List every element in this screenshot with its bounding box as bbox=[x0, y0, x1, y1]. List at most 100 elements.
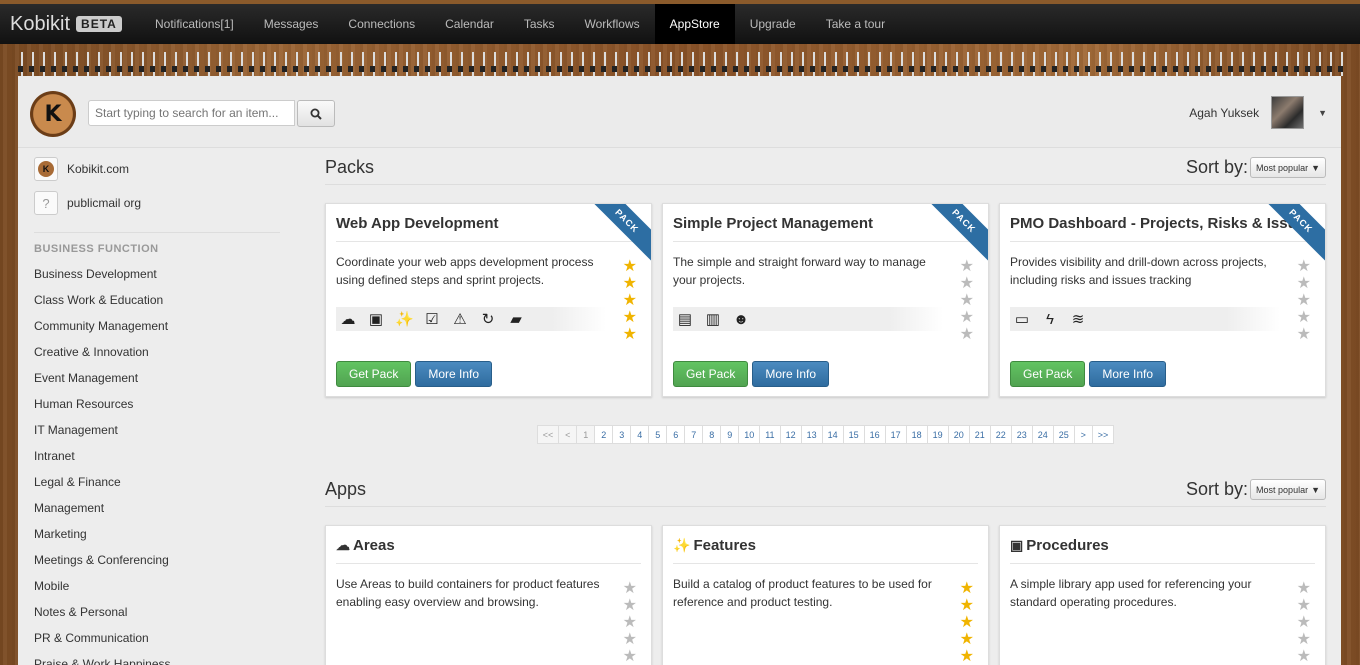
star-icon[interactable]: ★ bbox=[960, 648, 974, 665]
star-icon[interactable]: ★ bbox=[960, 631, 974, 648]
nav-item-take-a-tour[interactable]: Take a tour bbox=[811, 4, 900, 44]
star-icon[interactable]: ★ bbox=[960, 275, 974, 292]
category-link[interactable]: Human Resources bbox=[34, 391, 284, 417]
cloud-icon[interactable]: ☁ bbox=[339, 310, 357, 328]
star-icon[interactable]: ★ bbox=[960, 309, 974, 326]
page-link[interactable]: 2 bbox=[595, 425, 614, 444]
page-link[interactable]: 4 bbox=[631, 425, 650, 444]
star-icon[interactable]: ★ bbox=[1297, 597, 1311, 614]
rating-stars[interactable]: ★ ★ ★ ★ ★ bbox=[623, 258, 637, 343]
page-link[interactable]: 24 bbox=[1032, 425, 1054, 444]
category-link[interactable]: Notes & Personal bbox=[34, 599, 284, 625]
page-link[interactable]: 6 bbox=[667, 425, 686, 444]
page-link[interactable]: 13 bbox=[801, 425, 823, 444]
card-title[interactable]: ✨ Features bbox=[673, 526, 978, 564]
star-icon[interactable]: ★ bbox=[1297, 614, 1311, 631]
star-icon[interactable]: ★ bbox=[960, 580, 974, 597]
category-link[interactable]: Intranet bbox=[34, 443, 284, 469]
star-icon[interactable]: ★ bbox=[623, 631, 637, 648]
kobikit-logo[interactable]: K bbox=[30, 91, 76, 137]
page-link[interactable]: 10 bbox=[739, 425, 761, 444]
magic-wand-icon[interactable]: ✨ bbox=[395, 310, 414, 328]
more-info-button[interactable]: More Info bbox=[752, 361, 830, 387]
star-icon[interactable]: ★ bbox=[623, 275, 637, 292]
rating-stars[interactable]: ★ ★ ★ ★ ★ bbox=[960, 580, 974, 665]
star-icon[interactable]: ★ bbox=[1297, 648, 1311, 665]
get-pack-button[interactable]: Get Pack bbox=[1010, 361, 1086, 387]
category-link[interactable]: PR & Communication bbox=[34, 625, 284, 651]
card-title[interactable]: ☁ Areas bbox=[336, 526, 641, 564]
star-icon[interactable]: ★ bbox=[623, 580, 637, 597]
category-link[interactable]: Class Work & Education bbox=[34, 287, 284, 313]
nav-item-messages[interactable]: Messages bbox=[249, 4, 334, 44]
star-icon[interactable]: ★ bbox=[960, 597, 974, 614]
page-link[interactable]: 18 bbox=[906, 425, 928, 444]
page-link[interactable]: 11 bbox=[760, 425, 781, 444]
page-link[interactable]: 5 bbox=[649, 425, 668, 444]
avatar[interactable] bbox=[1271, 96, 1305, 129]
category-link[interactable]: Business Development bbox=[34, 261, 284, 287]
star-icon[interactable]: ★ bbox=[1297, 580, 1311, 597]
category-link[interactable]: Marketing bbox=[34, 521, 284, 547]
page-link[interactable]: 19 bbox=[927, 425, 949, 444]
star-icon[interactable]: ★ bbox=[1297, 258, 1311, 275]
user-menu[interactable]: Agah Yuksek ▼ bbox=[1189, 96, 1327, 129]
nav-item-notifications-1[interactable]: Notifications[1] bbox=[140, 4, 249, 44]
star-icon[interactable]: ★ bbox=[960, 614, 974, 631]
card-title[interactable]: ▣ Procedures bbox=[1010, 526, 1315, 564]
category-link[interactable]: Creative & Innovation bbox=[34, 339, 284, 365]
folder-gear-icon[interactable]: ▰ bbox=[507, 310, 525, 328]
star-icon[interactable]: ★ bbox=[1297, 275, 1311, 292]
chevron-down-icon[interactable]: ▼ bbox=[1318, 108, 1327, 118]
more-info-button[interactable]: More Info bbox=[1089, 361, 1167, 387]
star-icon[interactable]: ★ bbox=[1297, 326, 1311, 343]
page-link[interactable]: 16 bbox=[864, 425, 886, 444]
page-link[interactable]: 22 bbox=[990, 425, 1012, 444]
monitor-icon[interactable]: ▭ bbox=[1013, 310, 1031, 328]
rating-stars[interactable]: ★ ★ ★ ★ ★ bbox=[960, 258, 974, 343]
rating-stars[interactable]: ★ ★ ★ ★ ★ bbox=[1297, 258, 1311, 343]
page-link[interactable]: 14 bbox=[822, 425, 844, 444]
packs-sort-select[interactable]: Most popular ▼ bbox=[1250, 157, 1326, 178]
star-icon[interactable]: ★ bbox=[623, 292, 637, 309]
page-link[interactable]: 17 bbox=[885, 425, 907, 444]
star-icon[interactable]: ★ bbox=[623, 648, 637, 665]
star-icon[interactable]: ★ bbox=[623, 258, 637, 275]
site-item[interactable]: ? publicmail org bbox=[34, 186, 284, 220]
page-link[interactable]: 21 bbox=[969, 425, 991, 444]
category-link[interactable]: Legal & Finance bbox=[34, 469, 284, 495]
star-icon[interactable]: ★ bbox=[960, 292, 974, 309]
star-icon[interactable]: ★ bbox=[960, 258, 974, 275]
star-icon[interactable]: ★ bbox=[1297, 292, 1311, 309]
group-icon[interactable]: ☻ bbox=[732, 311, 750, 328]
page-link[interactable]: < bbox=[559, 425, 578, 444]
page-link[interactable]: 9 bbox=[721, 425, 740, 444]
checkbox-icon[interactable]: ☑ bbox=[423, 310, 441, 328]
star-icon[interactable]: ★ bbox=[1297, 309, 1311, 326]
star-icon[interactable]: ★ bbox=[960, 326, 974, 343]
category-link[interactable]: Event Management bbox=[34, 365, 284, 391]
site-item[interactable]: K Kobikit.com bbox=[34, 152, 284, 186]
document-icon[interactable]: ▤ bbox=[676, 310, 694, 328]
category-link[interactable]: Praise & Work Happiness bbox=[34, 651, 284, 665]
get-pack-button[interactable]: Get Pack bbox=[336, 361, 412, 387]
page-link[interactable]: 20 bbox=[948, 425, 970, 444]
page-link[interactable]: 1 bbox=[577, 425, 596, 444]
category-link[interactable]: Management bbox=[34, 495, 284, 521]
page-link[interactable]: 7 bbox=[685, 425, 704, 444]
page-link[interactable]: << bbox=[536, 425, 560, 444]
star-icon[interactable]: ★ bbox=[623, 597, 637, 614]
apps-sort-select[interactable]: Most popular ▼ bbox=[1250, 479, 1326, 500]
warning-icon[interactable]: ⚠ bbox=[451, 310, 469, 328]
search-button[interactable] bbox=[297, 100, 335, 127]
page-link[interactable]: > bbox=[1074, 425, 1093, 444]
category-link[interactable]: Community Management bbox=[34, 313, 284, 339]
rating-stars[interactable]: ★ ★ ★ ★ ★ bbox=[623, 580, 637, 665]
page-link[interactable]: 8 bbox=[703, 425, 722, 444]
search-input[interactable] bbox=[88, 100, 295, 126]
page-link[interactable]: 23 bbox=[1011, 425, 1033, 444]
page-link[interactable]: >> bbox=[1092, 425, 1115, 444]
nav-item-connections[interactable]: Connections bbox=[333, 4, 430, 44]
star-icon[interactable]: ★ bbox=[1297, 631, 1311, 648]
notebook-icon[interactable]: ▥ bbox=[704, 310, 722, 328]
